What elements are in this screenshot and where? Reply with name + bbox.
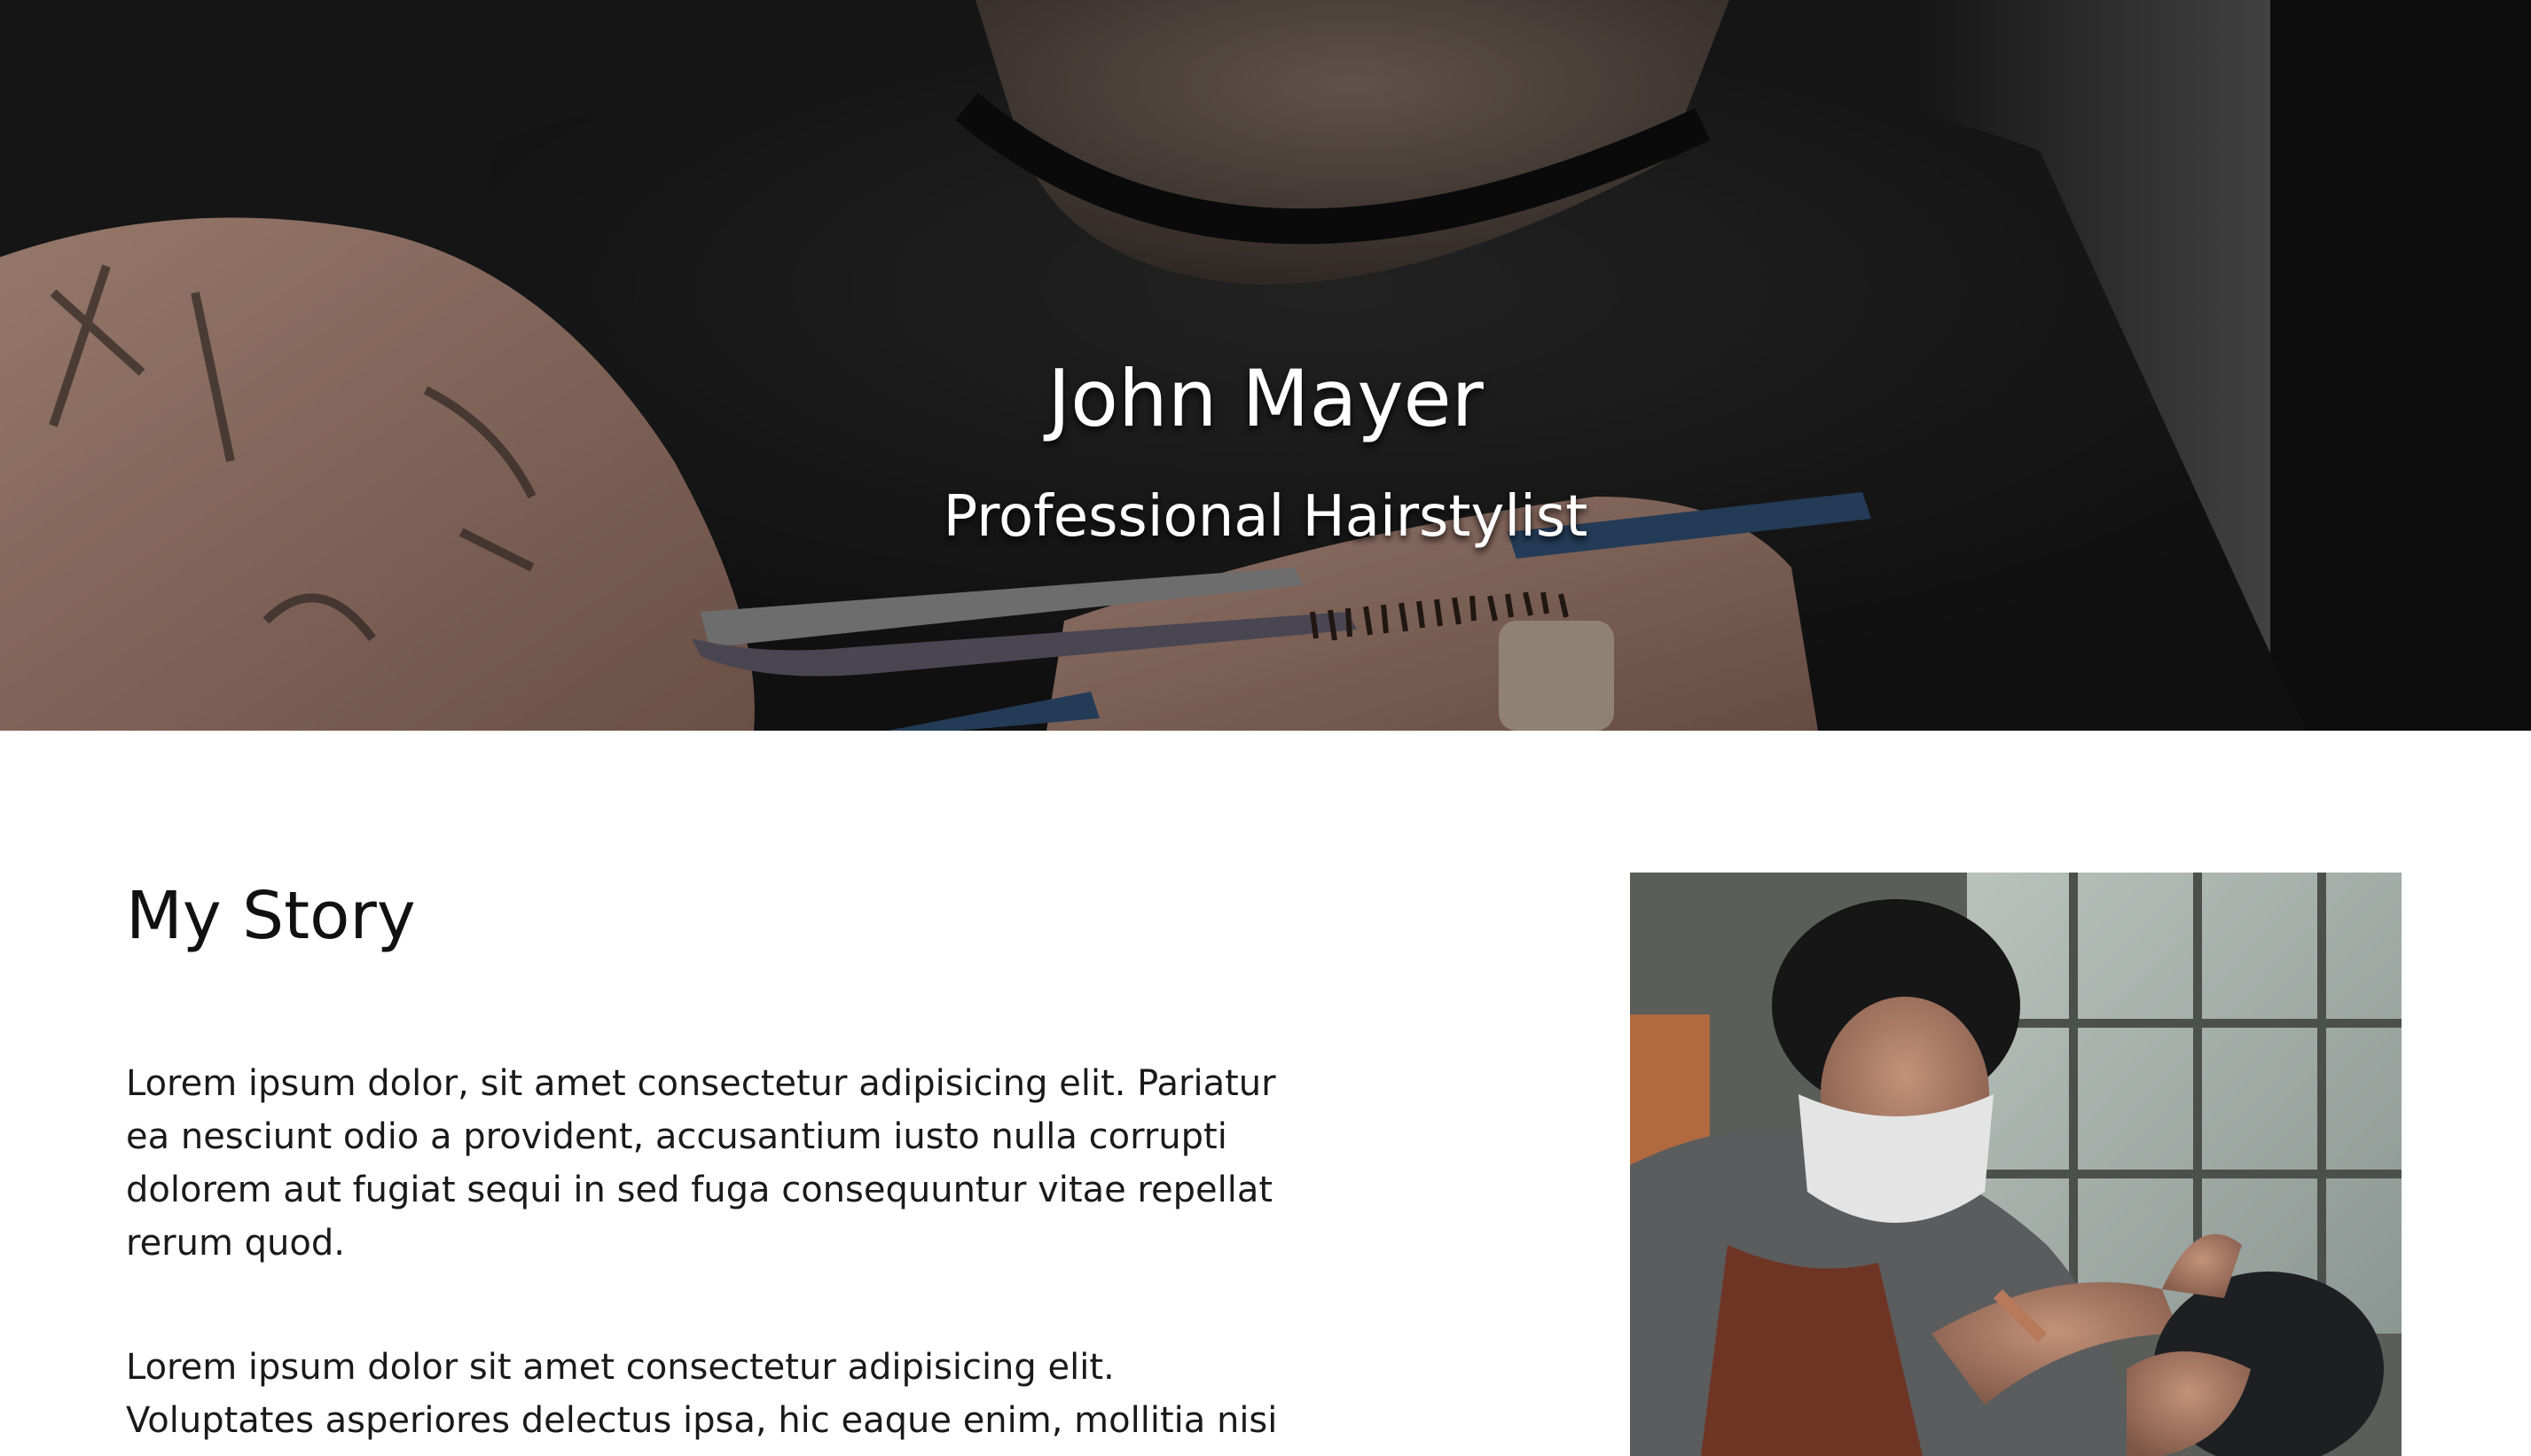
hero-title: John Mayer <box>1047 353 1484 444</box>
story-paragraph-2: Lorem ipsum dolor sit amet consectetur a… <box>126 1347 1278 1441</box>
story-heading: My Story <box>126 878 416 954</box>
barber-photo <box>1630 873 2402 1456</box>
hero-banner: John Mayer Professional Hairstylist <box>0 0 2531 731</box>
story-paragraph-1: Lorem ipsum dolor, sit amet consectetur … <box>126 1063 1276 1264</box>
hero-subtitle: Professional Hairstylist <box>943 484 1588 550</box>
story-image <box>1630 873 2402 1456</box>
